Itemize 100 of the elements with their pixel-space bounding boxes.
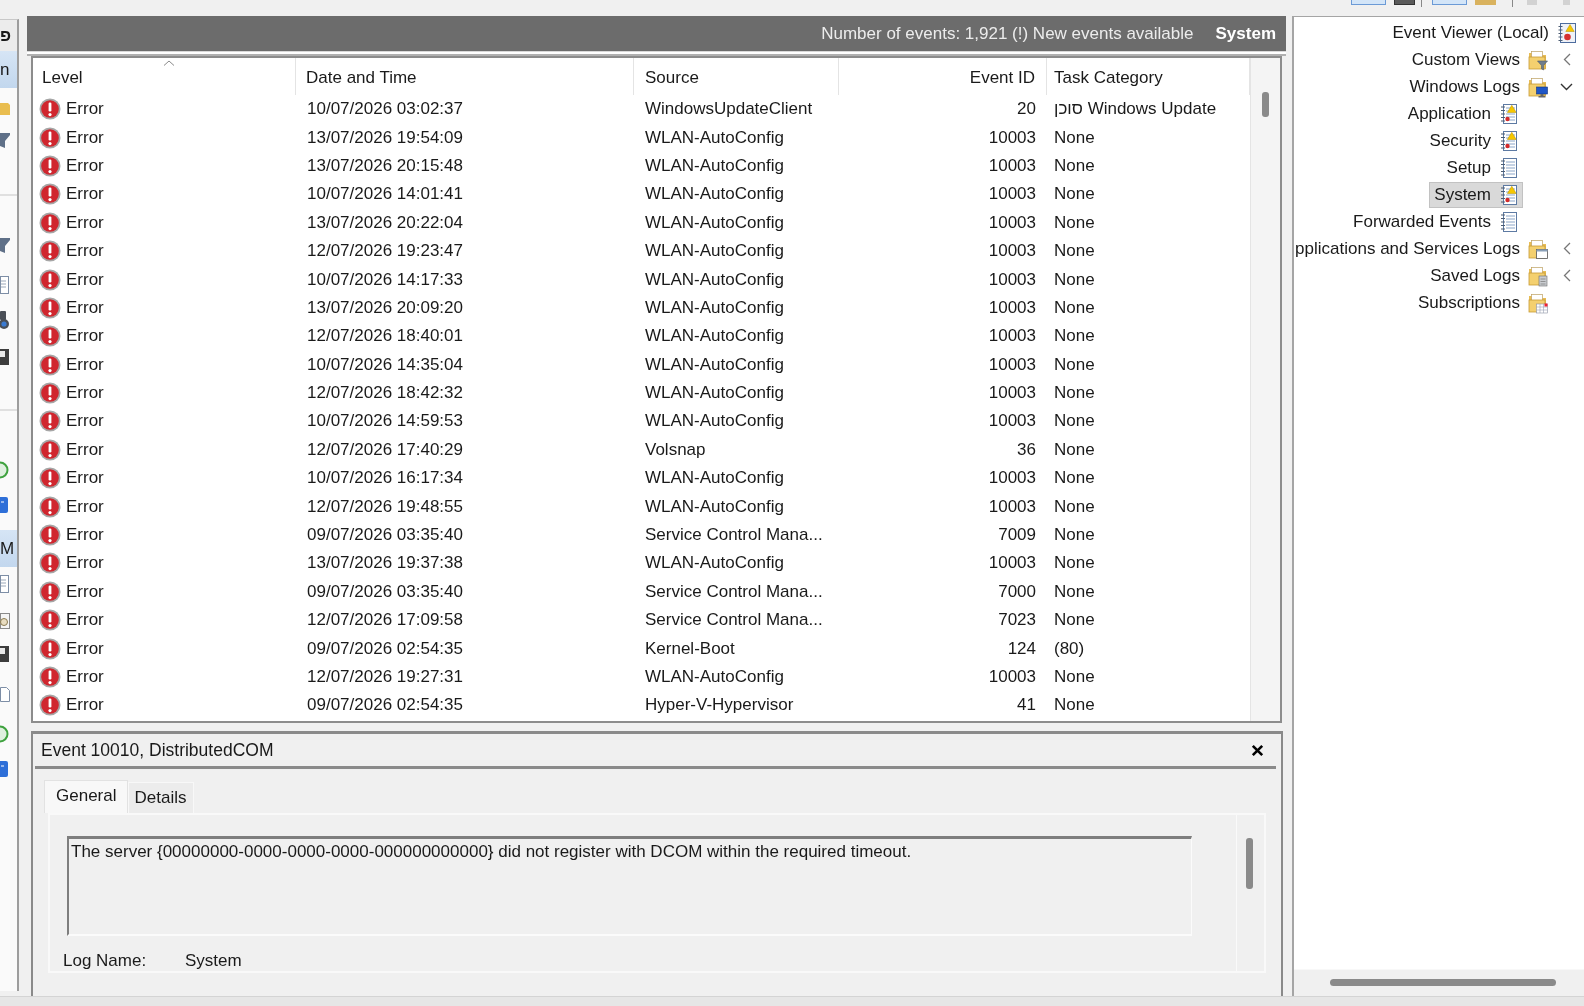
- tree-item[interactable]: Subscriptions: [1412, 289, 1552, 316]
- event-id-text: 7023: [998, 610, 1036, 631]
- date-time-text: 13/07/2026 19:37:38: [307, 553, 463, 574]
- event-id-text: 10003: [988, 326, 1036, 347]
- tree-item[interactable]: Forwarded Events: [1348, 208, 1523, 235]
- chevron-down-icon[interactable]: [1560, 82, 1573, 91]
- level-text: Error: [66, 241, 104, 262]
- source-text: WLAN-AutoConfig: [645, 212, 784, 233]
- task-category-text: None: [1054, 525, 1095, 546]
- source-text: WLAN-AutoConfig: [645, 184, 784, 205]
- task-category-text: None: [1054, 212, 1095, 233]
- page-icon[interactable]: [0, 684, 11, 704]
- vertical-scrollbar[interactable]: [1250, 58, 1280, 721]
- error-icon: [39, 524, 61, 547]
- toolbar-button[interactable]: [1351, 0, 1386, 5]
- source-text: WLAN-AutoConfig: [645, 269, 784, 290]
- level-text: Error: [66, 468, 104, 489]
- source-text: WLAN-AutoConfig: [645, 411, 784, 432]
- log-icon: [1499, 210, 1519, 233]
- event-id-text: 10003: [988, 354, 1036, 375]
- error-icon: [39, 240, 61, 263]
- tree-item[interactable]: pplications and Services Logs: [1294, 235, 1552, 262]
- refresh-icon[interactable]: [0, 724, 11, 744]
- error-icon: [39, 495, 61, 518]
- column-header[interactable]: Source: [634, 58, 839, 95]
- tree-item[interactable]: System: [1429, 181, 1523, 208]
- date-time-text: 12/07/2026 19:27:31: [307, 667, 463, 687]
- tree-item[interactable]: Application: [1402, 100, 1523, 127]
- error-icon: [39, 609, 61, 632]
- document-icon[interactable]: [0, 275, 11, 295]
- date-time-text: 10/07/2026 14:17:33: [307, 269, 463, 290]
- level-text: Error: [66, 99, 104, 120]
- event-id-text: 10003: [988, 496, 1036, 517]
- binoculars-icon[interactable]: [0, 310, 11, 330]
- event-id-text: 10003: [988, 127, 1036, 148]
- date-time-text: 12/07/2026 19:48:55: [307, 496, 463, 517]
- log-name-title: System: [1215, 23, 1276, 44]
- task-category-text: None: [1054, 326, 1095, 347]
- log-warning-icon: [1499, 129, 1519, 152]
- event-id-text: 10003: [988, 667, 1036, 687]
- column-header[interactable]: Date and Time: [296, 58, 634, 95]
- message-field[interactable]: The server {00000000-0000-0000-0000-000000000000} did not register with DCOM within the required timeout.: [67, 836, 1192, 936]
- error-icon: [39, 410, 61, 433]
- section-header[interactable]: n: [0, 51, 17, 88]
- close-button[interactable]: [1251, 743, 1264, 757]
- folder-document-icon: [1528, 264, 1548, 287]
- actions-title: פ: [0, 20, 17, 51]
- date-time-text: 13/07/2026 19:54:09: [307, 127, 463, 148]
- tree-item[interactable]: Custom Views: [1406, 46, 1552, 73]
- filter-icon[interactable]: [0, 235, 11, 255]
- refresh-icon[interactable]: [0, 460, 11, 480]
- level-text: Error: [66, 610, 104, 631]
- tab[interactable]: Details: [128, 782, 195, 813]
- date-time-text: 09/07/2026 02:54:35: [307, 695, 463, 716]
- task-icon[interactable]: [0, 611, 11, 631]
- column-header[interactable]: Level: [33, 58, 296, 95]
- event-id-text: 10003: [988, 411, 1036, 432]
- date-time-text: 12/07/2026 18:42:32: [307, 383, 463, 404]
- event-id-text: 10003: [988, 155, 1036, 176]
- event-id-text: 20: [1017, 99, 1036, 120]
- chevron-left-icon[interactable]: [1562, 269, 1571, 282]
- horizontal-scrollbar[interactable]: [1294, 969, 1584, 996]
- date-time-text: 13/07/2026 20:09:20: [307, 297, 463, 318]
- level-text: Error: [66, 525, 104, 546]
- level-text: Error: [66, 269, 104, 290]
- chevron-left-icon[interactable]: [1562, 53, 1571, 66]
- error-icon: [39, 438, 61, 461]
- error-icon: [39, 353, 61, 376]
- column-header[interactable]: Event ID: [839, 58, 1047, 95]
- scrollbar-thumb[interactable]: [1330, 979, 1556, 986]
- level-text: Error: [66, 297, 104, 318]
- date-time-text: 09/07/2026 02:54:35: [307, 638, 463, 659]
- scrollbar-thumb[interactable]: [1246, 838, 1253, 889]
- tree-item[interactable]: Event Viewer (Local): [1387, 19, 1581, 46]
- source-text: Service Control Mana...: [645, 610, 823, 631]
- task-category-text: None: [1054, 667, 1095, 687]
- task-category-text: None: [1054, 383, 1095, 404]
- field-label: Log Name:: [62, 951, 148, 970]
- section-header[interactable]: M: [0, 530, 17, 567]
- toolbar-button[interactable]: [1394, 0, 1415, 5]
- error-icon: [39, 637, 61, 660]
- close-icon: [1251, 743, 1264, 757]
- event-id-text: 10003: [988, 269, 1036, 290]
- tree-item[interactable]: Saved Logs: [1425, 262, 1552, 289]
- date-time-text: 10/07/2026 14:01:41: [307, 184, 463, 205]
- tree-item[interactable]: Security: [1424, 127, 1523, 154]
- tab[interactable]: General: [44, 780, 129, 813]
- date-time-text: 13/07/2026 20:15:48: [307, 155, 463, 176]
- tree-item[interactable]: Windows Logs: [1404, 73, 1552, 100]
- book-icon[interactable]: [0, 759, 11, 779]
- document-icon[interactable]: [0, 574, 11, 594]
- toolbar-button[interactable]: [1432, 0, 1467, 5]
- task-category-text: None: [1054, 297, 1095, 318]
- scrollbar-thumb[interactable]: [1262, 92, 1269, 117]
- tree-item[interactable]: Setup: [1441, 154, 1523, 181]
- filter-icon[interactable]: [0, 130, 11, 150]
- date-time-text: 09/07/2026 03:35:40: [307, 581, 463, 602]
- book-icon[interactable]: [0, 495, 11, 515]
- chevron-left-icon[interactable]: [1562, 242, 1571, 255]
- level-text: Error: [66, 354, 104, 375]
